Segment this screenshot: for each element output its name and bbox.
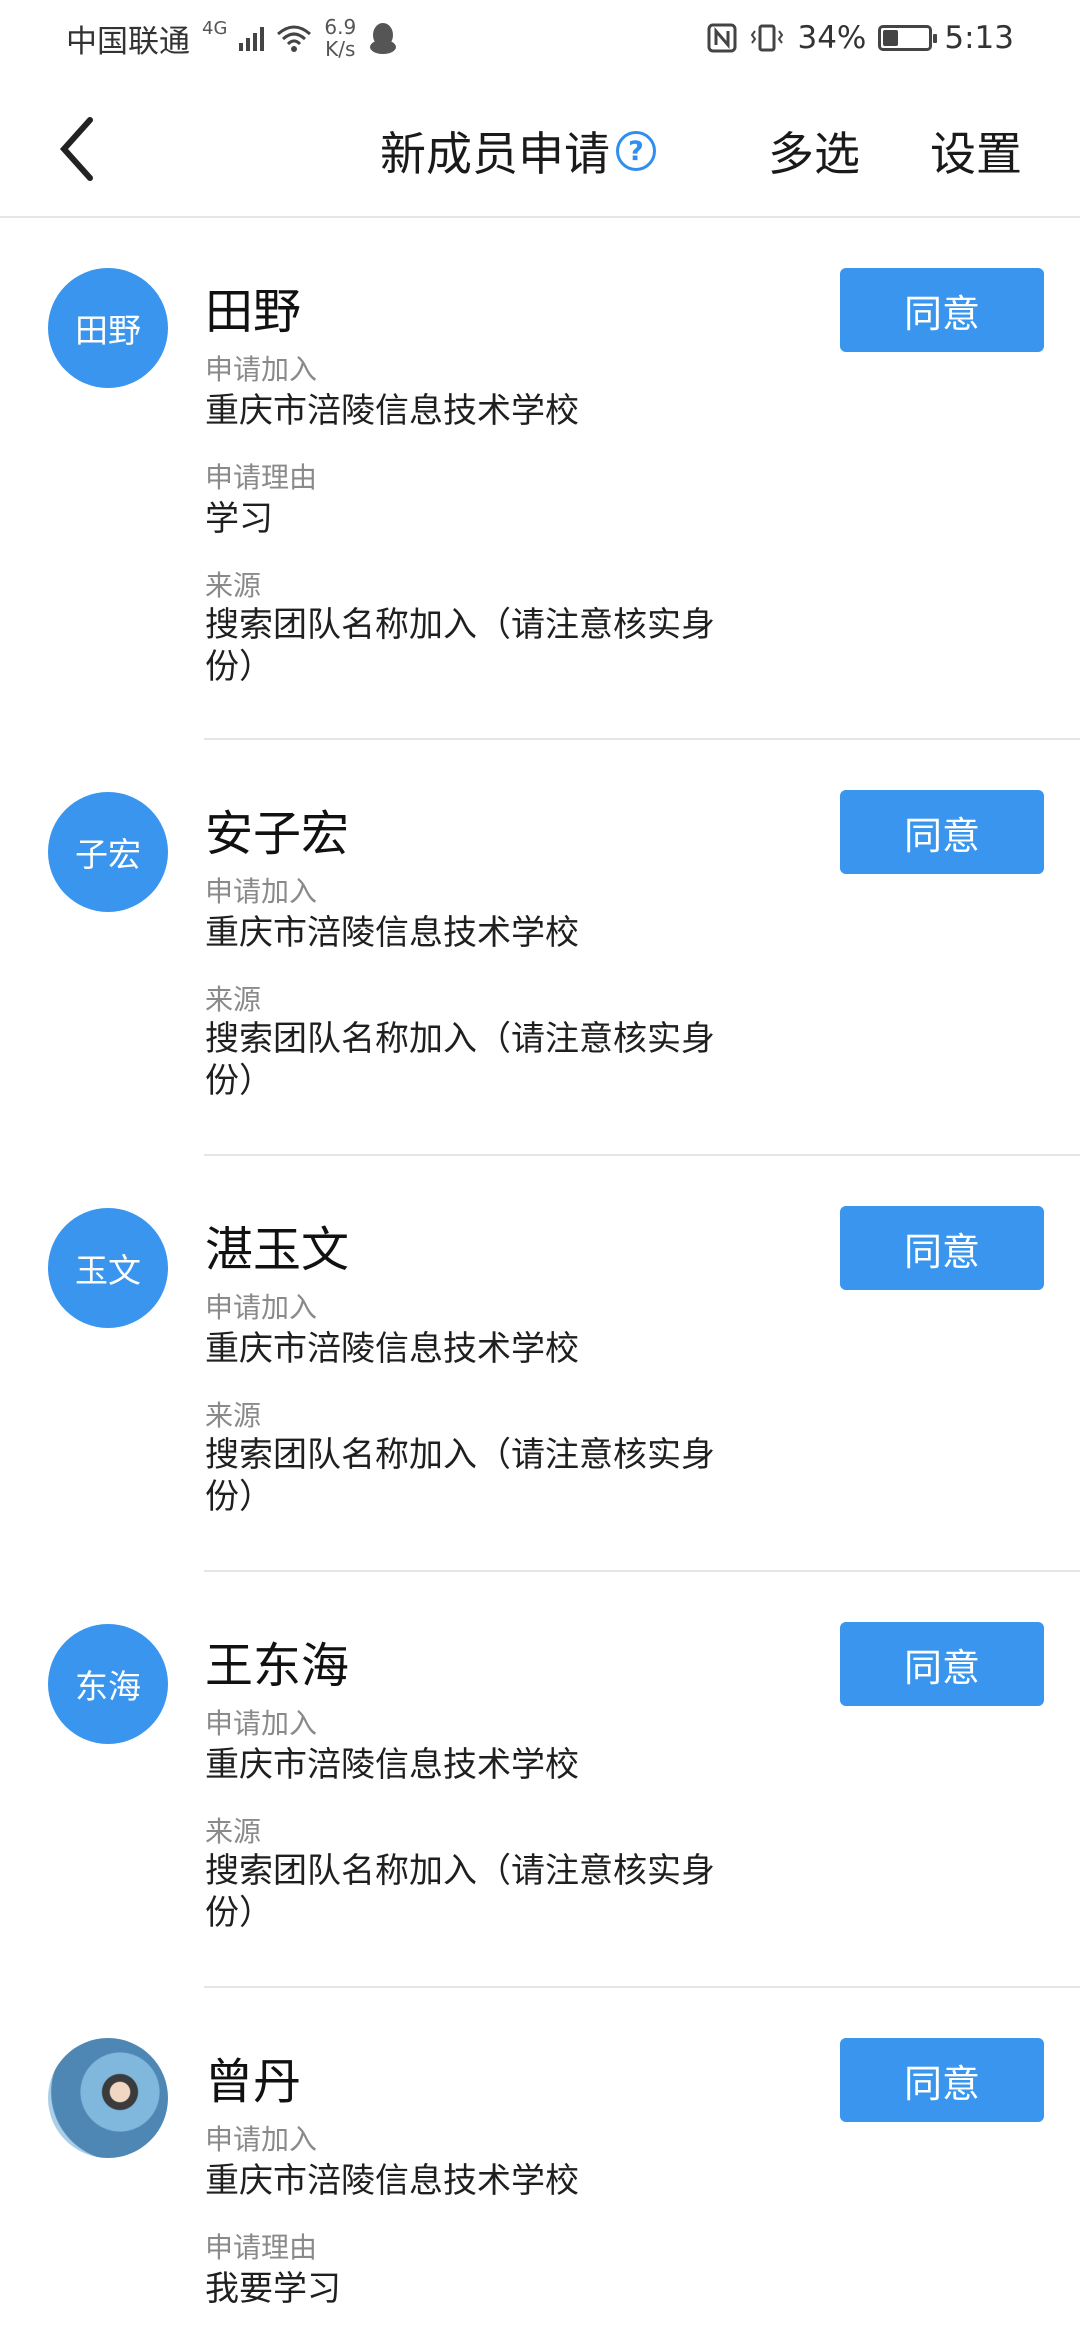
network-speed-unit: K/s: [325, 37, 356, 61]
source-value: 搜索团队名称加入（请注意核实身 份）: [205, 1018, 765, 1102]
status-bar: 中国联通 4G 6.9 K/s 34% 5:13: [0, 0, 1080, 76]
chevron-left-icon: [59, 117, 93, 181]
agree-button[interactable]: 同意: [840, 2038, 1044, 2122]
agree-button[interactable]: 同意: [840, 268, 1044, 352]
multi-select-button[interactable]: 多选: [768, 118, 860, 184]
profile-photo-avatar[interactable]: [48, 2038, 168, 2158]
network-speed-value: 6.9: [324, 15, 357, 39]
page-title-text: 新成员申请: [380, 127, 610, 181]
reason-value: 学习: [205, 499, 273, 539]
join-target: 重庆市涪陵信息技术学校: [205, 1329, 579, 1369]
reason-label: 申请理由: [205, 2231, 318, 2264]
source-value: 搜索团队名称加入（请注意核实身 份）: [205, 1434, 765, 1518]
applicant-name: 王东海: [205, 1638, 350, 1694]
join-label: 申请加入: [205, 353, 318, 386]
list-item: 子宏 安子宏 同意 申请加入 重庆市涪陵信息技术学校 来源 搜索团队名称加入（请…: [0, 740, 1080, 1156]
source-label: 来源: [205, 983, 262, 1016]
source-line: 搜索团队名称加入（请注意核实身: [205, 1435, 715, 1475]
status-bar-left: 中国联通 4G 6.9 K/s: [66, 16, 398, 61]
applicant-name: 田野: [205, 284, 302, 340]
join-label: 申请加入: [205, 1707, 318, 1740]
reason-value: 我要学习: [205, 2269, 341, 2309]
source-line: 搜索团队名称加入（请注意核实身: [205, 1019, 715, 1059]
join-label: 申请加入: [205, 1291, 318, 1324]
network-type: 4G: [202, 17, 228, 39]
network-speed: 6.9 K/s: [324, 16, 356, 60]
list-item: 田野 田野 同意 申请加入 重庆市涪陵信息技术学校 申请理由 学习 来源 搜索团…: [0, 218, 1080, 740]
source-value: 搜索团队名称加入（请注意核实身 份）: [205, 604, 765, 688]
join-target: 重庆市涪陵信息技术学校: [205, 2161, 579, 2201]
list-item: 曾丹 同意 申请加入 重庆市涪陵信息技术学校 申请理由 我要学习: [0, 1988, 1080, 2340]
source-value: 搜索团队名称加入（请注意核实身 份）: [205, 1850, 765, 1934]
avatar[interactable]: 子宏: [48, 792, 168, 912]
wifi-icon: [276, 24, 312, 52]
avatar[interactable]: 田野: [48, 268, 168, 388]
battery-percent: 34%: [797, 20, 867, 56]
source-line: 份）: [205, 1477, 273, 1517]
join-target: 重庆市涪陵信息技术学校: [205, 1745, 579, 1785]
qq-penguin-icon: [368, 21, 398, 55]
back-button[interactable]: [56, 114, 116, 184]
source-line: 搜索团队名称加入（请注意核实身: [205, 605, 715, 645]
source-label: 来源: [205, 1399, 262, 1432]
source-line: 份）: [205, 647, 273, 687]
source-label: 来源: [205, 1815, 262, 1848]
list-item: 玉文 湛玉文 同意 申请加入 重庆市涪陵信息技术学校 来源 搜索团队名称加入（请…: [0, 1156, 1080, 1572]
page-title: 新成员申请 ?: [380, 118, 656, 184]
source-line: 搜索团队名称加入（请注意核实身: [205, 1851, 715, 1891]
carrier-name: 中国联通: [66, 23, 190, 60]
applicant-name: 曾丹: [205, 2054, 302, 2110]
agree-button[interactable]: 同意: [840, 790, 1044, 874]
reason-label: 申请理由: [205, 461, 318, 494]
avatar[interactable]: 玉文: [48, 1208, 168, 1328]
join-target: 重庆市涪陵信息技术学校: [205, 391, 579, 431]
clock: 5:13: [944, 20, 1014, 56]
avatar[interactable]: 东海: [48, 1624, 168, 1744]
applicant-name: 湛玉文: [205, 1222, 350, 1278]
status-bar-right: 34% 5:13: [707, 20, 1014, 56]
source-line: 份）: [205, 1893, 273, 1933]
source-label: 来源: [205, 569, 262, 602]
agree-button[interactable]: 同意: [840, 1622, 1044, 1706]
applicant-name: 安子宏: [205, 806, 350, 862]
join-label: 申请加入: [205, 875, 318, 908]
help-icon[interactable]: ?: [616, 131, 656, 171]
settings-button[interactable]: 设置: [930, 118, 1022, 184]
nav-bar: 新成员申请 ? 多选 设置: [0, 76, 1080, 218]
signal-icon: [239, 25, 265, 51]
join-target: 重庆市涪陵信息技术学校: [205, 913, 579, 953]
nfc-icon: [707, 23, 737, 53]
list-item: 东海 王东海 同意 申请加入 重庆市涪陵信息技术学校 来源 搜索团队名称加入（请…: [0, 1572, 1080, 1988]
source-line: 份）: [205, 1061, 273, 1101]
vibrate-icon: [749, 23, 785, 53]
app-root: { "status_bar": { "carrier": "中国联通", "ne…: [0, 0, 1080, 2340]
agree-button[interactable]: 同意: [840, 1206, 1044, 1290]
battery-icon: [878, 25, 938, 51]
request-list: 田野 田野 同意 申请加入 重庆市涪陵信息技术学校 申请理由 学习 来源 搜索团…: [0, 218, 1080, 2340]
join-label: 申请加入: [205, 2123, 318, 2156]
